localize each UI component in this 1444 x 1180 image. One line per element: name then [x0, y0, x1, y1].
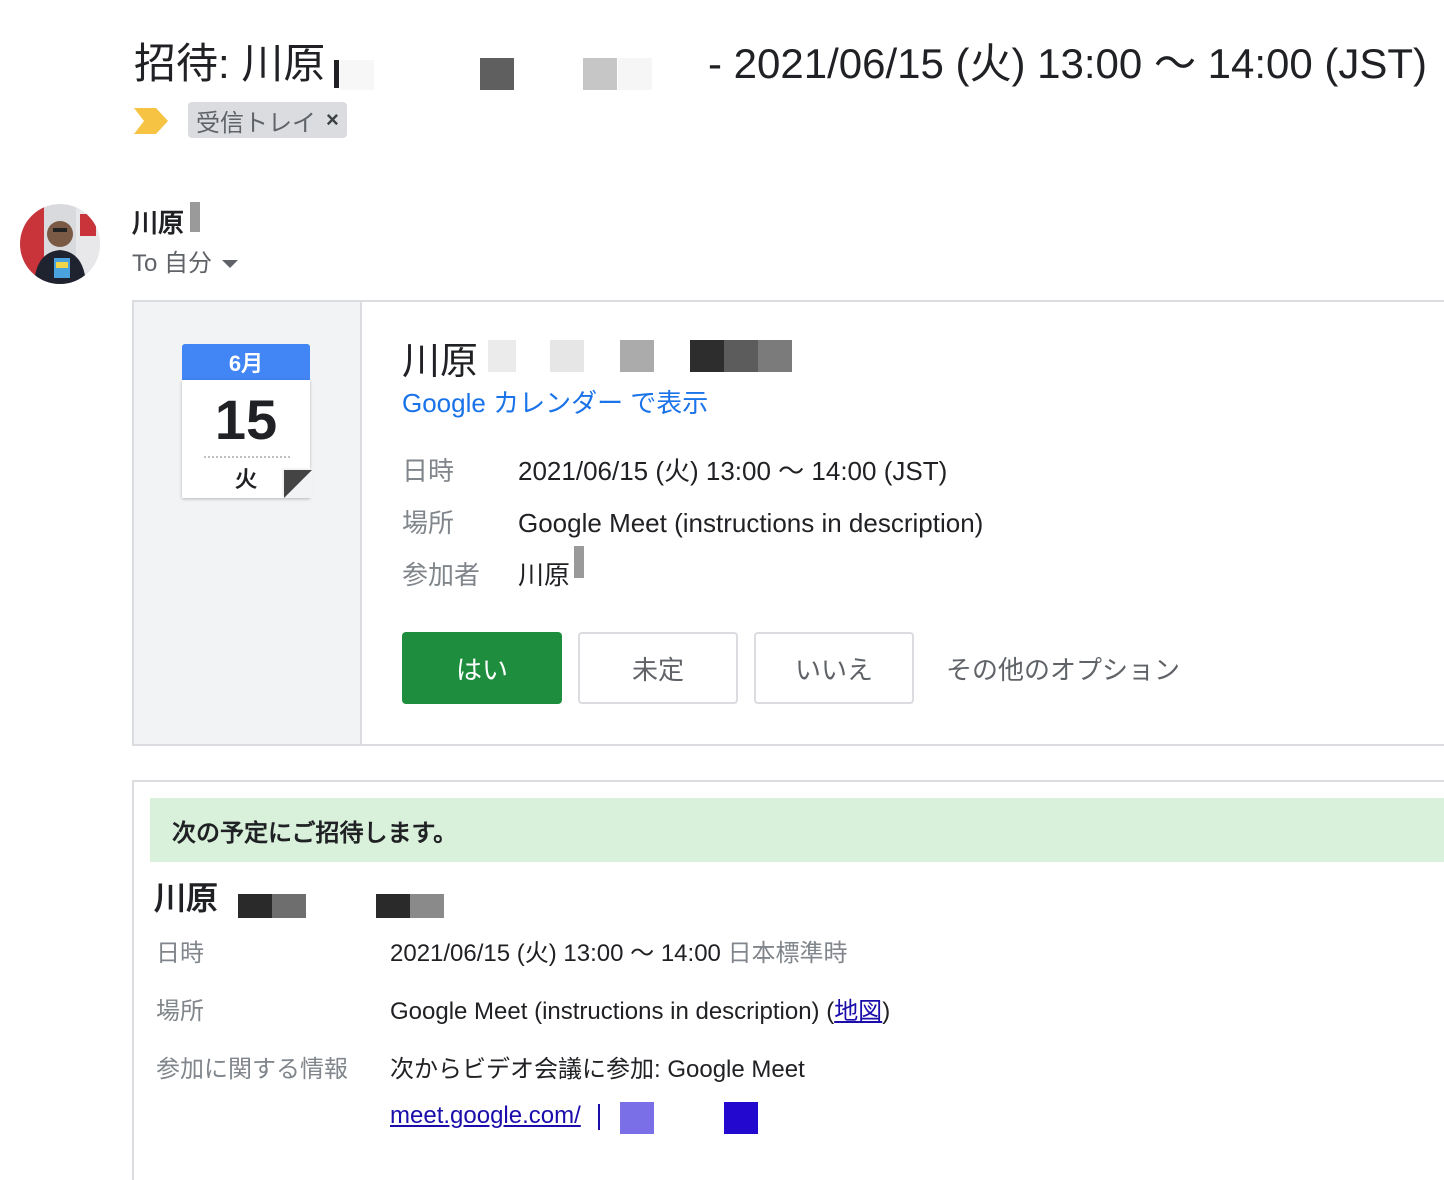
calendar-link-text: Google カレンダー で表示	[402, 388, 709, 418]
desc-where-label: 場所	[156, 998, 204, 1025]
guests-value: 川原	[518, 560, 571, 590]
where-value: Google Meet (instructions in description…	[518, 508, 984, 538]
redaction-block	[758, 340, 792, 372]
importance-marker-icon[interactable]	[134, 108, 168, 134]
sender-name[interactable]: 川原	[132, 206, 184, 240]
desc-join-label: 参加に関する情報	[156, 1056, 348, 1083]
redaction-block	[620, 1102, 654, 1134]
redaction-block	[574, 546, 584, 578]
label-chip-inbox[interactable]: 受信トレイ ×	[188, 102, 347, 138]
when-value: 2021/06/15 (火) 13:00 〜 14:00 (JST)	[518, 456, 948, 486]
rsvp-yes-button[interactable]: はい	[402, 632, 562, 704]
rsvp-maybe-button[interactable]: 未定	[578, 632, 738, 704]
recipient-toggle[interactable]: To 自分	[132, 248, 239, 280]
redaction-block	[488, 340, 516, 372]
desc-when-label: 日時	[156, 940, 204, 967]
desc-where-value: Google Meet (instructions in description…	[390, 996, 890, 1028]
redaction-block	[334, 60, 339, 88]
calendar-panel: 6月 15 火	[134, 302, 362, 744]
redaction-block	[550, 340, 584, 372]
invitation-banner-text: 次の予定にご招待します。	[172, 819, 458, 847]
redaction-block	[724, 340, 758, 372]
recipient-text: To 自分	[132, 250, 213, 277]
calendar-day: 15	[214, 388, 278, 451]
redaction-block	[376, 894, 410, 918]
when-label: 日時	[402, 456, 455, 486]
avatar[interactable]	[20, 204, 100, 284]
invitation-card: 6月 15 火 川原 Google カレンダー で表示 日時 2021/06/1…	[132, 300, 1444, 746]
invitation-description: 次の予定にご招待します。 川原 日時 2021/06/15 (火) 13:00 …	[132, 780, 1444, 1180]
remove-label-icon[interactable]: ×	[326, 107, 339, 133]
redaction-block	[272, 894, 306, 918]
more-options-link[interactable]: その他のオプション	[946, 650, 1180, 687]
redaction-block	[724, 1102, 758, 1134]
redaction-block	[690, 340, 724, 372]
subject-date-range: - 2021/06/15 (火) 13:00 〜 14:00 (JST)	[708, 40, 1428, 87]
event-title-text: 川原	[402, 341, 479, 383]
calendar-date-icon: 6月 15 火	[182, 344, 312, 500]
label-chip-text: 受信トレイ	[196, 109, 316, 137]
redaction-block	[238, 894, 272, 918]
desc-when-time: 2021/06/15 (火) 13:00 〜 14:00	[390, 940, 721, 967]
desc-timezone: 日本標準時	[727, 940, 848, 967]
rsvp-no-button[interactable]: いいえ	[754, 632, 914, 704]
desc-where-close: )	[882, 998, 891, 1025]
redaction-block	[410, 894, 444, 918]
page-curl-icon	[282, 468, 312, 498]
desc-join-value: 次からビデオ会議に参加: Google Meet	[390, 1056, 805, 1083]
where-label: 場所	[402, 508, 455, 538]
description-event-title: 川原	[154, 878, 218, 918]
redaction-block	[340, 60, 374, 90]
redaction-block	[620, 340, 654, 372]
description-event-title-text: 川原	[154, 880, 219, 916]
redaction-block	[618, 58, 652, 90]
desc-where-text: Google Meet (instructions in description…	[390, 998, 835, 1025]
caret-down-icon	[222, 260, 239, 268]
map-link[interactable]: 地図	[834, 998, 882, 1025]
subject-title: 招待: 川原	[134, 40, 326, 87]
invitation-banner: 次の予定にご招待します。	[150, 798, 1444, 862]
email-subject: 招待: 川原 - 2021/06/15 (火) 13:00 〜 14:00 (J…	[134, 36, 1434, 92]
meet-link[interactable]: meet.google.com/	[390, 1100, 581, 1132]
redaction-block	[480, 58, 514, 90]
redaction-block	[598, 1104, 600, 1130]
calendar-month: 6月	[182, 344, 310, 380]
avatar-image	[20, 204, 100, 284]
sender-name-text: 川原	[132, 208, 185, 238]
redaction-block	[583, 58, 617, 90]
redaction-block	[190, 202, 200, 232]
calendar-divider	[204, 456, 290, 458]
guests-label: 参加者	[402, 560, 481, 590]
view-in-calendar-link[interactable]: Google カレンダー で表示	[402, 386, 708, 420]
desc-when-value: 2021/06/15 (火) 13:00 〜 14:00 日本標準時	[390, 938, 848, 970]
event-title: 川原	[402, 338, 478, 386]
